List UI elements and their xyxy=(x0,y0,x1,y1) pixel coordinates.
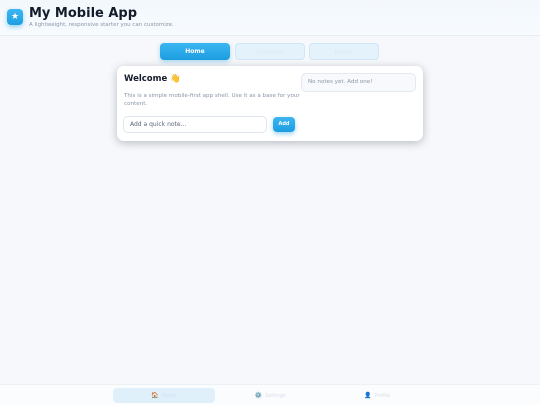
bottom-nav: 🏠 Home ⚙️ Settings 👤 Profile xyxy=(0,384,540,405)
add-note-button[interactable]: Add xyxy=(273,117,295,132)
star-icon[interactable]: ★ xyxy=(7,9,23,25)
app-subtitle: A lightweight, responsive starter you ca… xyxy=(29,22,174,28)
home-icon: 🏠 xyxy=(151,392,159,399)
tab-home[interactable]: Home xyxy=(160,43,230,60)
nav-item-label: Profile xyxy=(374,393,391,399)
nav-item-label: Home xyxy=(161,393,177,399)
welcome-card: Welcome 👋 This is a simple mobile-first … xyxy=(117,66,423,141)
card-description: This is a simple mobile-first app shell.… xyxy=(124,93,300,107)
nav-item-label: Settings xyxy=(264,393,286,399)
nav-item-profile[interactable]: 👤 Profile xyxy=(326,388,428,403)
tab-bar: Home Favorites Profile xyxy=(0,43,540,60)
quick-note-input[interactable] xyxy=(123,116,267,133)
tab-favorites[interactable]: Favorites xyxy=(235,43,305,60)
notes-empty-state: No notes yet. Add one! xyxy=(301,73,416,92)
nav-item-settings[interactable]: ⚙️ Settings xyxy=(219,388,321,403)
user-icon: 👤 xyxy=(363,392,372,399)
card-title: Welcome 👋 xyxy=(124,74,181,84)
app-header: ★ My Mobile App A lightweight, responsiv… xyxy=(0,0,540,36)
tab-profile[interactable]: Profile xyxy=(309,43,379,60)
nav-item-home[interactable]: 🏠 Home xyxy=(113,388,215,403)
gear-icon: ⚙️ xyxy=(254,392,262,399)
app-title: My Mobile App xyxy=(29,6,138,21)
